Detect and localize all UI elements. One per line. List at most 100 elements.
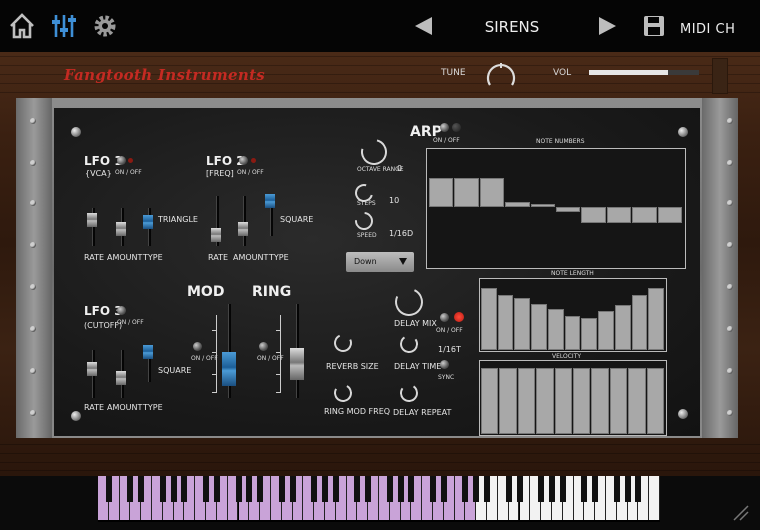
note-length-step[interactable] <box>648 288 664 350</box>
lfo3-rate-slider[interactable] <box>87 362 97 376</box>
next-arrow-icon[interactable] <box>597 15 619 37</box>
velocity-grid[interactable] <box>479 360 667 436</box>
preset-name[interactable]: SIRENS <box>460 18 564 36</box>
note-length-step[interactable] <box>531 303 547 350</box>
black-key[interactable] <box>408 476 415 502</box>
note-number-step[interactable] <box>454 178 479 207</box>
black-key[interactable] <box>278 476 285 502</box>
black-key[interactable] <box>170 476 177 502</box>
delay-toggle[interactable] <box>440 313 449 322</box>
note-number-step[interactable] <box>505 201 530 207</box>
note-number-step[interactable] <box>530 204 555 207</box>
lfo1-toggle[interactable] <box>117 156 126 165</box>
black-key[interactable] <box>473 476 480 502</box>
lfo3-type-switch[interactable] <box>143 345 153 359</box>
black-key[interactable] <box>289 476 296 502</box>
black-key[interactable] <box>235 476 242 502</box>
note-length-step[interactable] <box>497 295 514 350</box>
black-key[interactable] <box>159 476 166 502</box>
black-key[interactable] <box>440 476 447 502</box>
black-key[interactable] <box>635 476 642 502</box>
black-key[interactable] <box>181 476 188 502</box>
black-key[interactable] <box>559 476 566 502</box>
black-key[interactable] <box>548 476 555 502</box>
velocity-step[interactable] <box>609 367 628 434</box>
velocity-step[interactable] <box>536 367 554 434</box>
lfo2-rate-slider[interactable] <box>211 228 221 242</box>
vol-slider[interactable] <box>589 70 699 75</box>
velocity-step[interactable] <box>591 367 609 434</box>
black-key[interactable] <box>505 476 512 502</box>
mixer-icon[interactable] <box>50 12 78 40</box>
black-key[interactable] <box>354 476 361 502</box>
lfo3-toggle[interactable] <box>117 306 126 315</box>
lfo1-type-switch[interactable] <box>143 215 153 229</box>
black-key[interactable] <box>462 476 469 502</box>
resize-grip-icon[interactable] <box>728 500 750 522</box>
lfo3-amount-slider[interactable] <box>116 371 126 385</box>
velocity-step[interactable] <box>481 367 499 434</box>
velocity-step[interactable] <box>554 367 572 434</box>
black-key[interactable] <box>246 476 253 502</box>
velocity-step[interactable] <box>517 367 536 434</box>
black-key[interactable] <box>516 476 523 502</box>
ring-toggle[interactable] <box>259 342 268 351</box>
lfo2-type-switch[interactable] <box>265 194 275 208</box>
black-key[interactable] <box>592 476 599 502</box>
note-number-step[interactable] <box>606 207 632 223</box>
tune-knob[interactable] <box>484 59 518 91</box>
lfo2-amount-slider[interactable] <box>238 222 248 236</box>
black-key[interactable] <box>203 476 210 502</box>
note-length-step[interactable] <box>581 317 598 350</box>
note-number-step[interactable] <box>657 207 682 223</box>
note-length-step[interactable] <box>631 295 648 350</box>
velocity-step[interactable] <box>628 367 646 434</box>
black-key[interactable] <box>127 476 134 502</box>
black-key[interactable] <box>213 476 220 502</box>
note-length-step[interactable] <box>514 298 531 350</box>
black-key[interactable] <box>430 476 437 502</box>
gear-icon[interactable] <box>91 12 119 40</box>
midi-channel-label[interactable]: MIDI CH <box>680 22 735 37</box>
save-icon[interactable] <box>643 15 665 37</box>
black-key[interactable] <box>365 476 372 502</box>
white-key[interactable] <box>649 476 660 520</box>
scroll-handle[interactable] <box>712 58 728 94</box>
lfo1-rate-slider[interactable] <box>87 213 97 227</box>
note-length-step[interactable] <box>614 305 631 350</box>
piano-keyboard[interactable] <box>98 476 660 522</box>
black-key[interactable] <box>538 476 545 502</box>
note-number-step[interactable] <box>479 178 505 207</box>
ring-fader[interactable] <box>290 348 304 380</box>
black-key[interactable] <box>311 476 318 502</box>
note-number-step[interactable] <box>429 178 454 207</box>
black-key[interactable] <box>138 476 145 502</box>
black-key[interactable] <box>624 476 631 502</box>
black-key[interactable] <box>386 476 393 502</box>
arp-direction-dropdown[interactable]: Down <box>346 252 414 272</box>
note-numbers-grid[interactable] <box>426 148 686 269</box>
velocity-step[interactable] <box>499 367 517 434</box>
black-key[interactable] <box>613 476 620 502</box>
lfo2-toggle[interactable] <box>239 156 248 165</box>
home-icon[interactable] <box>8 12 36 40</box>
note-length-step[interactable] <box>564 316 581 350</box>
note-length-step[interactable] <box>598 310 614 350</box>
arp-toggle[interactable] <box>440 123 449 132</box>
black-key[interactable] <box>257 476 264 502</box>
black-key[interactable] <box>581 476 588 502</box>
black-key[interactable] <box>397 476 404 502</box>
velocity-step[interactable] <box>646 367 664 434</box>
note-length-step[interactable] <box>481 288 497 350</box>
note-number-step[interactable] <box>556 207 581 213</box>
black-key[interactable] <box>484 476 491 502</box>
velocity-step[interactable] <box>573 367 591 434</box>
black-key[interactable] <box>332 476 339 502</box>
sync-toggle[interactable] <box>440 360 449 369</box>
black-key[interactable] <box>321 476 328 502</box>
black-key[interactable] <box>105 476 112 502</box>
note-length-step[interactable] <box>547 309 564 350</box>
note-number-step[interactable] <box>581 207 606 223</box>
mod-fader[interactable] <box>222 352 236 386</box>
note-length-grid[interactable] <box>479 278 667 352</box>
